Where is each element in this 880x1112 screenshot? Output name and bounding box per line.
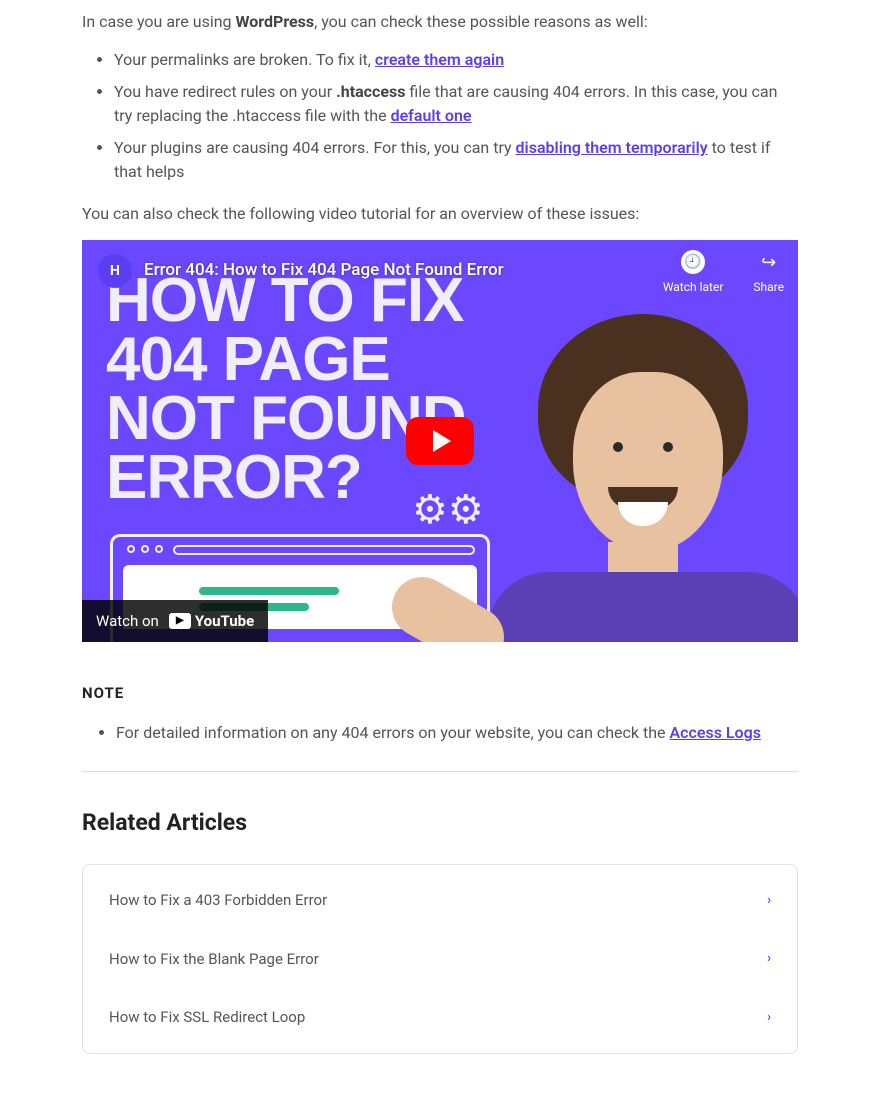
watch-later-label: Watch later	[663, 278, 724, 296]
section-divider	[82, 771, 798, 772]
intro-paragraph: In case you are using WordPress, you can…	[82, 10, 798, 34]
share-icon: ↪	[757, 250, 781, 274]
related-heading: Related Articles	[82, 806, 798, 841]
list-item: You have redirect rules on your .htacces…	[114, 80, 798, 128]
bullet-bold: .htaccess	[336, 82, 405, 101]
play-button[interactable]	[406, 417, 474, 465]
note-heading: NOTE	[82, 682, 798, 705]
video-title[interactable]: Error 404: How to Fix 404 Page Not Found…	[144, 258, 504, 284]
related-articles-list: How to Fix a 403 Forbidden Error › How t…	[82, 864, 798, 1054]
disable-plugins-link[interactable]: disabling them temporarily	[516, 138, 708, 157]
list-item: Your plugins are causing 404 errors. For…	[114, 136, 798, 184]
video-header: H Error 404: How to Fix 404 Page Not Fou…	[98, 254, 504, 288]
youtube-icon: ▶	[169, 613, 191, 629]
watch-on-label: Watch on	[96, 610, 159, 633]
list-item: Your permalinks are broken. To fix it, c…	[114, 48, 798, 72]
intro-bold: WordPress	[236, 12, 315, 31]
related-article-title: How to Fix SSL Redirect Loop	[109, 1006, 305, 1029]
youtube-text: YouTube	[195, 610, 254, 633]
watch-later-button[interactable]: 🕘 Watch later	[663, 250, 724, 296]
gears-icon: ⚙⚙	[412, 480, 484, 540]
chevron-right-icon: ›	[767, 949, 771, 969]
article-body: In case you are using WordPress, you can…	[0, 0, 880, 1054]
related-article-link[interactable]: How to Fix a 403 Forbidden Error ›	[83, 871, 797, 930]
clock-icon: 🕘	[681, 250, 705, 274]
share-button[interactable]: ↪ Share	[753, 250, 784, 296]
access-logs-link[interactable]: Access Logs	[670, 723, 761, 742]
list-item: For detailed information on any 404 erro…	[116, 721, 798, 745]
related-article-link[interactable]: How to Fix the Blank Page Error ›	[83, 930, 797, 989]
related-article-title: How to Fix a 403 Forbidden Error	[109, 889, 327, 912]
bullet-text: Your permalinks are broken. To fix it,	[114, 50, 375, 69]
chevron-right-icon: ›	[767, 1008, 771, 1028]
play-icon	[433, 430, 451, 452]
youtube-logo: ▶ YouTube	[169, 610, 254, 633]
bullet-text: Your plugins are causing 404 errors. For…	[114, 138, 516, 157]
headline-line: 404 PAGE	[106, 331, 466, 390]
share-label: Share	[753, 278, 784, 296]
thumbnail-headline: HOW TO FIX 404 PAGE NOT FOUND ERROR?	[106, 272, 466, 508]
intro-suffix: , you can check these possible reasons a…	[314, 12, 648, 31]
bullet-text: You have redirect rules on your	[114, 82, 336, 101]
related-article-link[interactable]: How to Fix SSL Redirect Loop ›	[83, 988, 797, 1047]
chevron-right-icon: ›	[767, 891, 771, 911]
reasons-list: Your permalinks are broken. To fix it, c…	[82, 48, 798, 184]
video-top-actions: 🕘 Watch later ↪ Share	[663, 250, 784, 296]
channel-avatar-icon[interactable]: H	[98, 254, 132, 288]
default-htaccess-link[interactable]: default one	[391, 106, 472, 125]
intro-prefix: In case you are using	[82, 12, 236, 31]
video-intro-text: You can also check the following video t…	[82, 202, 798, 226]
note-text: For detailed information on any 404 erro…	[116, 723, 670, 742]
permalinks-link[interactable]: create them again	[375, 50, 504, 69]
person-illustration	[478, 292, 798, 642]
watch-on-youtube-button[interactable]: Watch on ▶ YouTube	[82, 600, 268, 643]
video-embed[interactable]: H Error 404: How to Fix 404 Page Not Fou…	[82, 240, 798, 642]
related-article-title: How to Fix the Blank Page Error	[109, 948, 319, 971]
note-list: For detailed information on any 404 erro…	[82, 721, 798, 745]
